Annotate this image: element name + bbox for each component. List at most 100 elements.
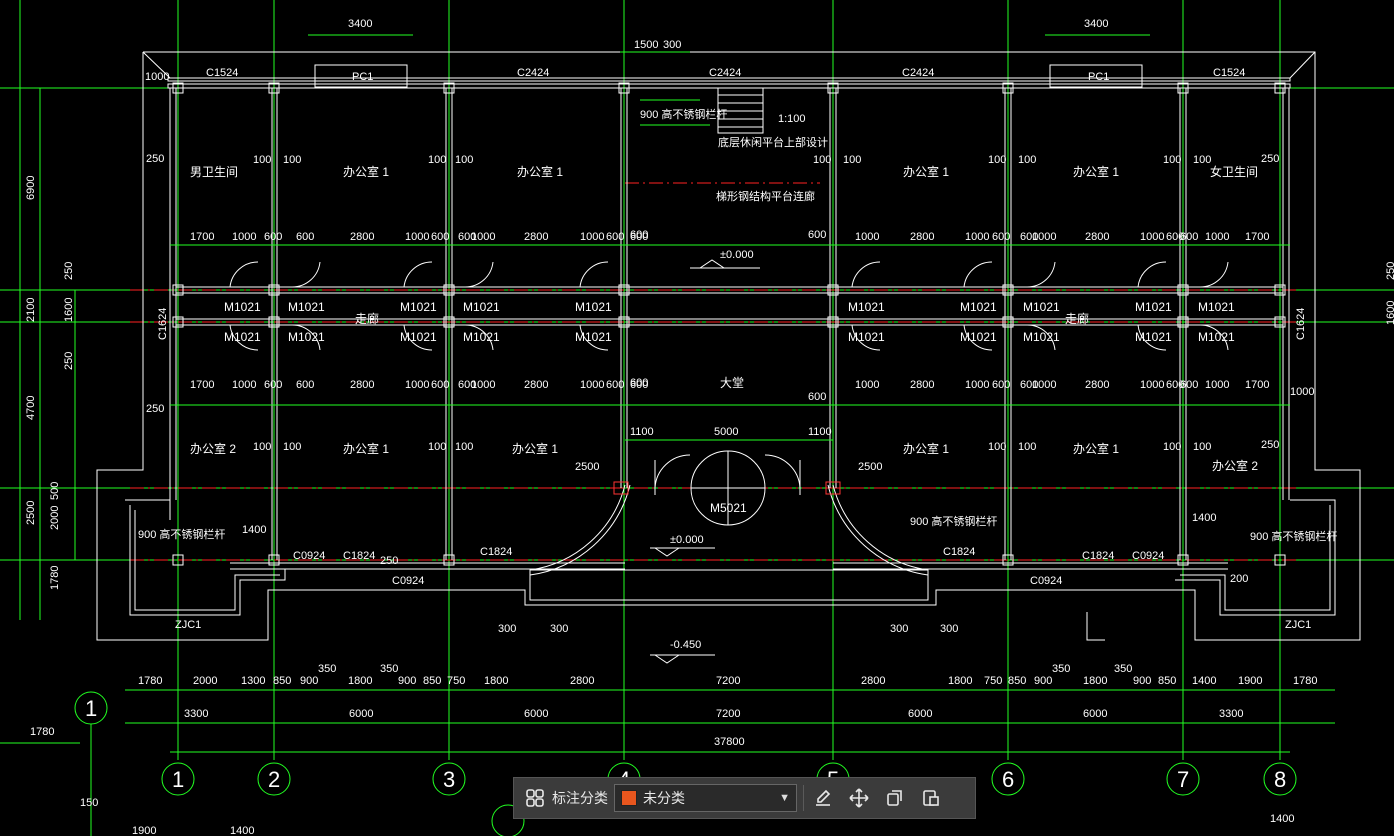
bottom-dim: 850 (1158, 675, 1176, 687)
inner-dim: 250 (1261, 439, 1279, 451)
bottom-dim: 6000 (524, 708, 548, 720)
door-label: M1021 (463, 330, 500, 344)
bottom-dim: 150 (80, 797, 98, 809)
bottom-dim: 1800 (1083, 675, 1107, 687)
inner-dim: 300 (940, 623, 958, 635)
room-label: 办公室 1 (903, 164, 949, 179)
category-color-swatch (621, 790, 637, 806)
bottom-dim: 900 (1034, 675, 1052, 687)
bottom-dim: 350 (380, 663, 398, 675)
group-icon[interactable] (522, 785, 548, 811)
level-label: ±0.000 (670, 534, 704, 546)
bottom-dim: 1400 (1192, 675, 1216, 687)
level-marks (650, 259, 760, 664)
paste-icon[interactable] (918, 785, 944, 811)
inner-dim: 2500 (575, 461, 599, 473)
inner-dim: 2800 (910, 231, 934, 243)
bottom-dim: 350 (1114, 663, 1132, 675)
inner-dim: 300 (890, 623, 908, 635)
inner-dim: 250 (146, 153, 164, 165)
door-label: M1021 (1023, 330, 1060, 344)
room-label: 办公室 1 (343, 164, 389, 179)
room-label: 办公室 1 (512, 441, 558, 456)
door-label: M1021 (224, 330, 261, 344)
bottom-dim: 900 (398, 675, 416, 687)
left-dim: 6900 (25, 176, 37, 200)
inner-dim: 1100 (808, 426, 832, 438)
inner-dim: 600 (630, 377, 648, 389)
move-icon[interactable] (846, 785, 872, 811)
window-label: C1824 (343, 550, 375, 562)
inner-dim: 100 (428, 154, 446, 166)
bottom-dim: 1800 (484, 675, 508, 687)
category-label: 标注分类 (552, 790, 608, 806)
door-label: M1021 (1135, 300, 1172, 314)
scale-note: 1:100 (778, 113, 806, 125)
north-mark (1086, 612, 1105, 641)
bottom-dim: 1400 (1270, 813, 1294, 825)
inner-dim: 600 (992, 379, 1010, 391)
bottom-dim: 1400 (230, 825, 254, 836)
inner-dim: 1000 (1140, 231, 1164, 243)
window-label: C0924 (293, 550, 325, 562)
window-label: C1824 (1082, 550, 1114, 562)
bottom-dim: 850 (423, 675, 441, 687)
window-label: C1624 (157, 308, 169, 340)
category-select[interactable]: 未分类 ▼ (614, 784, 797, 812)
room-label: 办公室 2 (190, 441, 236, 456)
axis-label: 7 (1177, 767, 1189, 792)
inner-dim: 100 (283, 441, 301, 453)
inner-dim: 1000 (1032, 231, 1056, 243)
left-dim: 2100 (25, 298, 37, 322)
left-dim: 2000 (49, 506, 61, 530)
axis-label: 6 (1002, 767, 1014, 792)
bottom-dim: 1800 (348, 675, 372, 687)
inner-dim: 1000 (232, 379, 256, 391)
inner-dim: 100 (988, 441, 1006, 453)
inner-dim: 1000 (1205, 231, 1229, 243)
inner-dim: 600 (606, 379, 624, 391)
left-dim: 1600 (63, 298, 75, 322)
bottom-dim: 6000 (1083, 708, 1107, 720)
edit-icon[interactable] (810, 785, 836, 811)
window-label: C1524 (206, 67, 238, 79)
inner-dim: 2800 (524, 231, 548, 243)
bottom-dim: 350 (318, 663, 336, 675)
axis-label: 8 (1274, 767, 1286, 792)
window-label: C1524 (1213, 67, 1245, 79)
door-label: M1021 (1023, 300, 1060, 314)
copy-icon[interactable] (882, 785, 908, 811)
door-label: M1021 (1198, 300, 1235, 314)
inner-dim: 100 (253, 154, 271, 166)
inner-dim: 600 (264, 231, 282, 243)
toolbar-divider (803, 785, 804, 811)
room-label: 女卫生间 (1210, 164, 1258, 179)
inner-dim: 300 (498, 623, 516, 635)
pc-label: PC1 (1088, 71, 1109, 83)
bottom-dim: 1900 (132, 825, 156, 836)
columns (172, 82, 1286, 566)
inner-dim: 600 (431, 231, 449, 243)
window-label: C2424 (709, 67, 741, 79)
axis-label: 2 (268, 767, 280, 792)
inner-dim: 300 (550, 623, 568, 635)
inner-dim: 1000 (405, 379, 429, 391)
inner-dim: 250 (1261, 153, 1279, 165)
bottom-dim: 7200 (716, 708, 740, 720)
inner-dim: 100 (1193, 154, 1211, 166)
zjc-label: ZJC1 (1285, 619, 1311, 631)
inner-dim: 100 (813, 154, 831, 166)
bottom-dim: 850 (273, 675, 291, 687)
plan-note: 梯形钢结构平台连廊 (716, 189, 815, 203)
inner-dim: 600 (606, 231, 624, 243)
drawing-labels: 34001500 3003400C1524 C2424 C2424 C2424 C1524… (25, 18, 1394, 836)
inner-dim: 100 (1018, 154, 1036, 166)
left-dim: 4700 (25, 396, 37, 420)
bottom-dim: 1900 (1238, 675, 1262, 687)
inner-dim: 1000 (1032, 379, 1056, 391)
door-label: M1021 (463, 300, 500, 314)
inner-dim: 600 (296, 231, 314, 243)
room-label: 走廊 (1065, 311, 1089, 326)
door-label: M1021 (288, 300, 325, 314)
inner-dim: 1000 (580, 379, 604, 391)
